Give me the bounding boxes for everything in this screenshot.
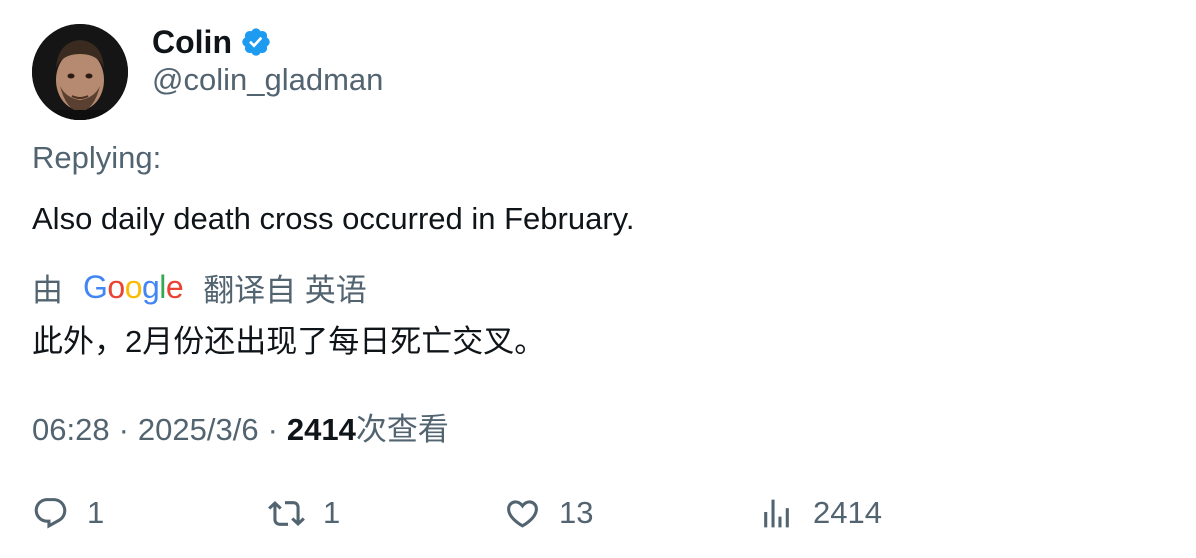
replying-label: Replying:	[32, 140, 162, 175]
reply-icon	[34, 497, 67, 528]
retweet-count: 1	[323, 495, 341, 530]
views-button[interactable]: 2414	[758, 492, 882, 534]
views-count: 2414	[286, 412, 356, 447]
retweet-button[interactable]: 1	[268, 492, 340, 534]
translation-suffix: 翻译自 英语	[203, 272, 367, 308]
heart-icon	[507, 499, 538, 528]
like-button[interactable]: 13	[504, 492, 593, 534]
avatar[interactable]	[32, 24, 128, 120]
meta-separator: ·	[118, 412, 129, 447]
tweet-date[interactable]: 2025/3/6	[138, 412, 259, 448]
like-count: 13	[559, 495, 594, 530]
analytics-bar-icon	[764, 499, 789, 527]
reply-count: 1	[87, 495, 105, 530]
avatar-image	[32, 24, 128, 120]
tweet-metadata: 06:28 · 2025/3/6 · 2414 次查看	[32, 404, 449, 449]
translated-tweet-text: 此外，2月份还出现了每日死亡交叉。	[32, 324, 546, 359]
tweet-time[interactable]: 06:28	[32, 412, 110, 448]
verified-badge-icon	[242, 28, 270, 56]
author-display-name[interactable]: Colin	[152, 24, 232, 61]
tweet-text: Also daily death cross occurred in Febru…	[32, 201, 635, 236]
views-action-count: 2414	[813, 495, 882, 530]
translation-attribution: 由 Google 翻译自 英语	[32, 266, 367, 308]
google-logo[interactable]: Google	[83, 269, 184, 306]
author-handle[interactable]: @colin_gladman	[152, 62, 383, 98]
views-label: 次查看	[355, 412, 449, 447]
author-name-row: Colin	[152, 22, 272, 62]
retweet-icon	[268, 500, 305, 526]
reply-button[interactable]: 1	[32, 492, 104, 534]
translation-prefix: 由	[32, 272, 63, 308]
meta-separator: ·	[267, 412, 278, 447]
